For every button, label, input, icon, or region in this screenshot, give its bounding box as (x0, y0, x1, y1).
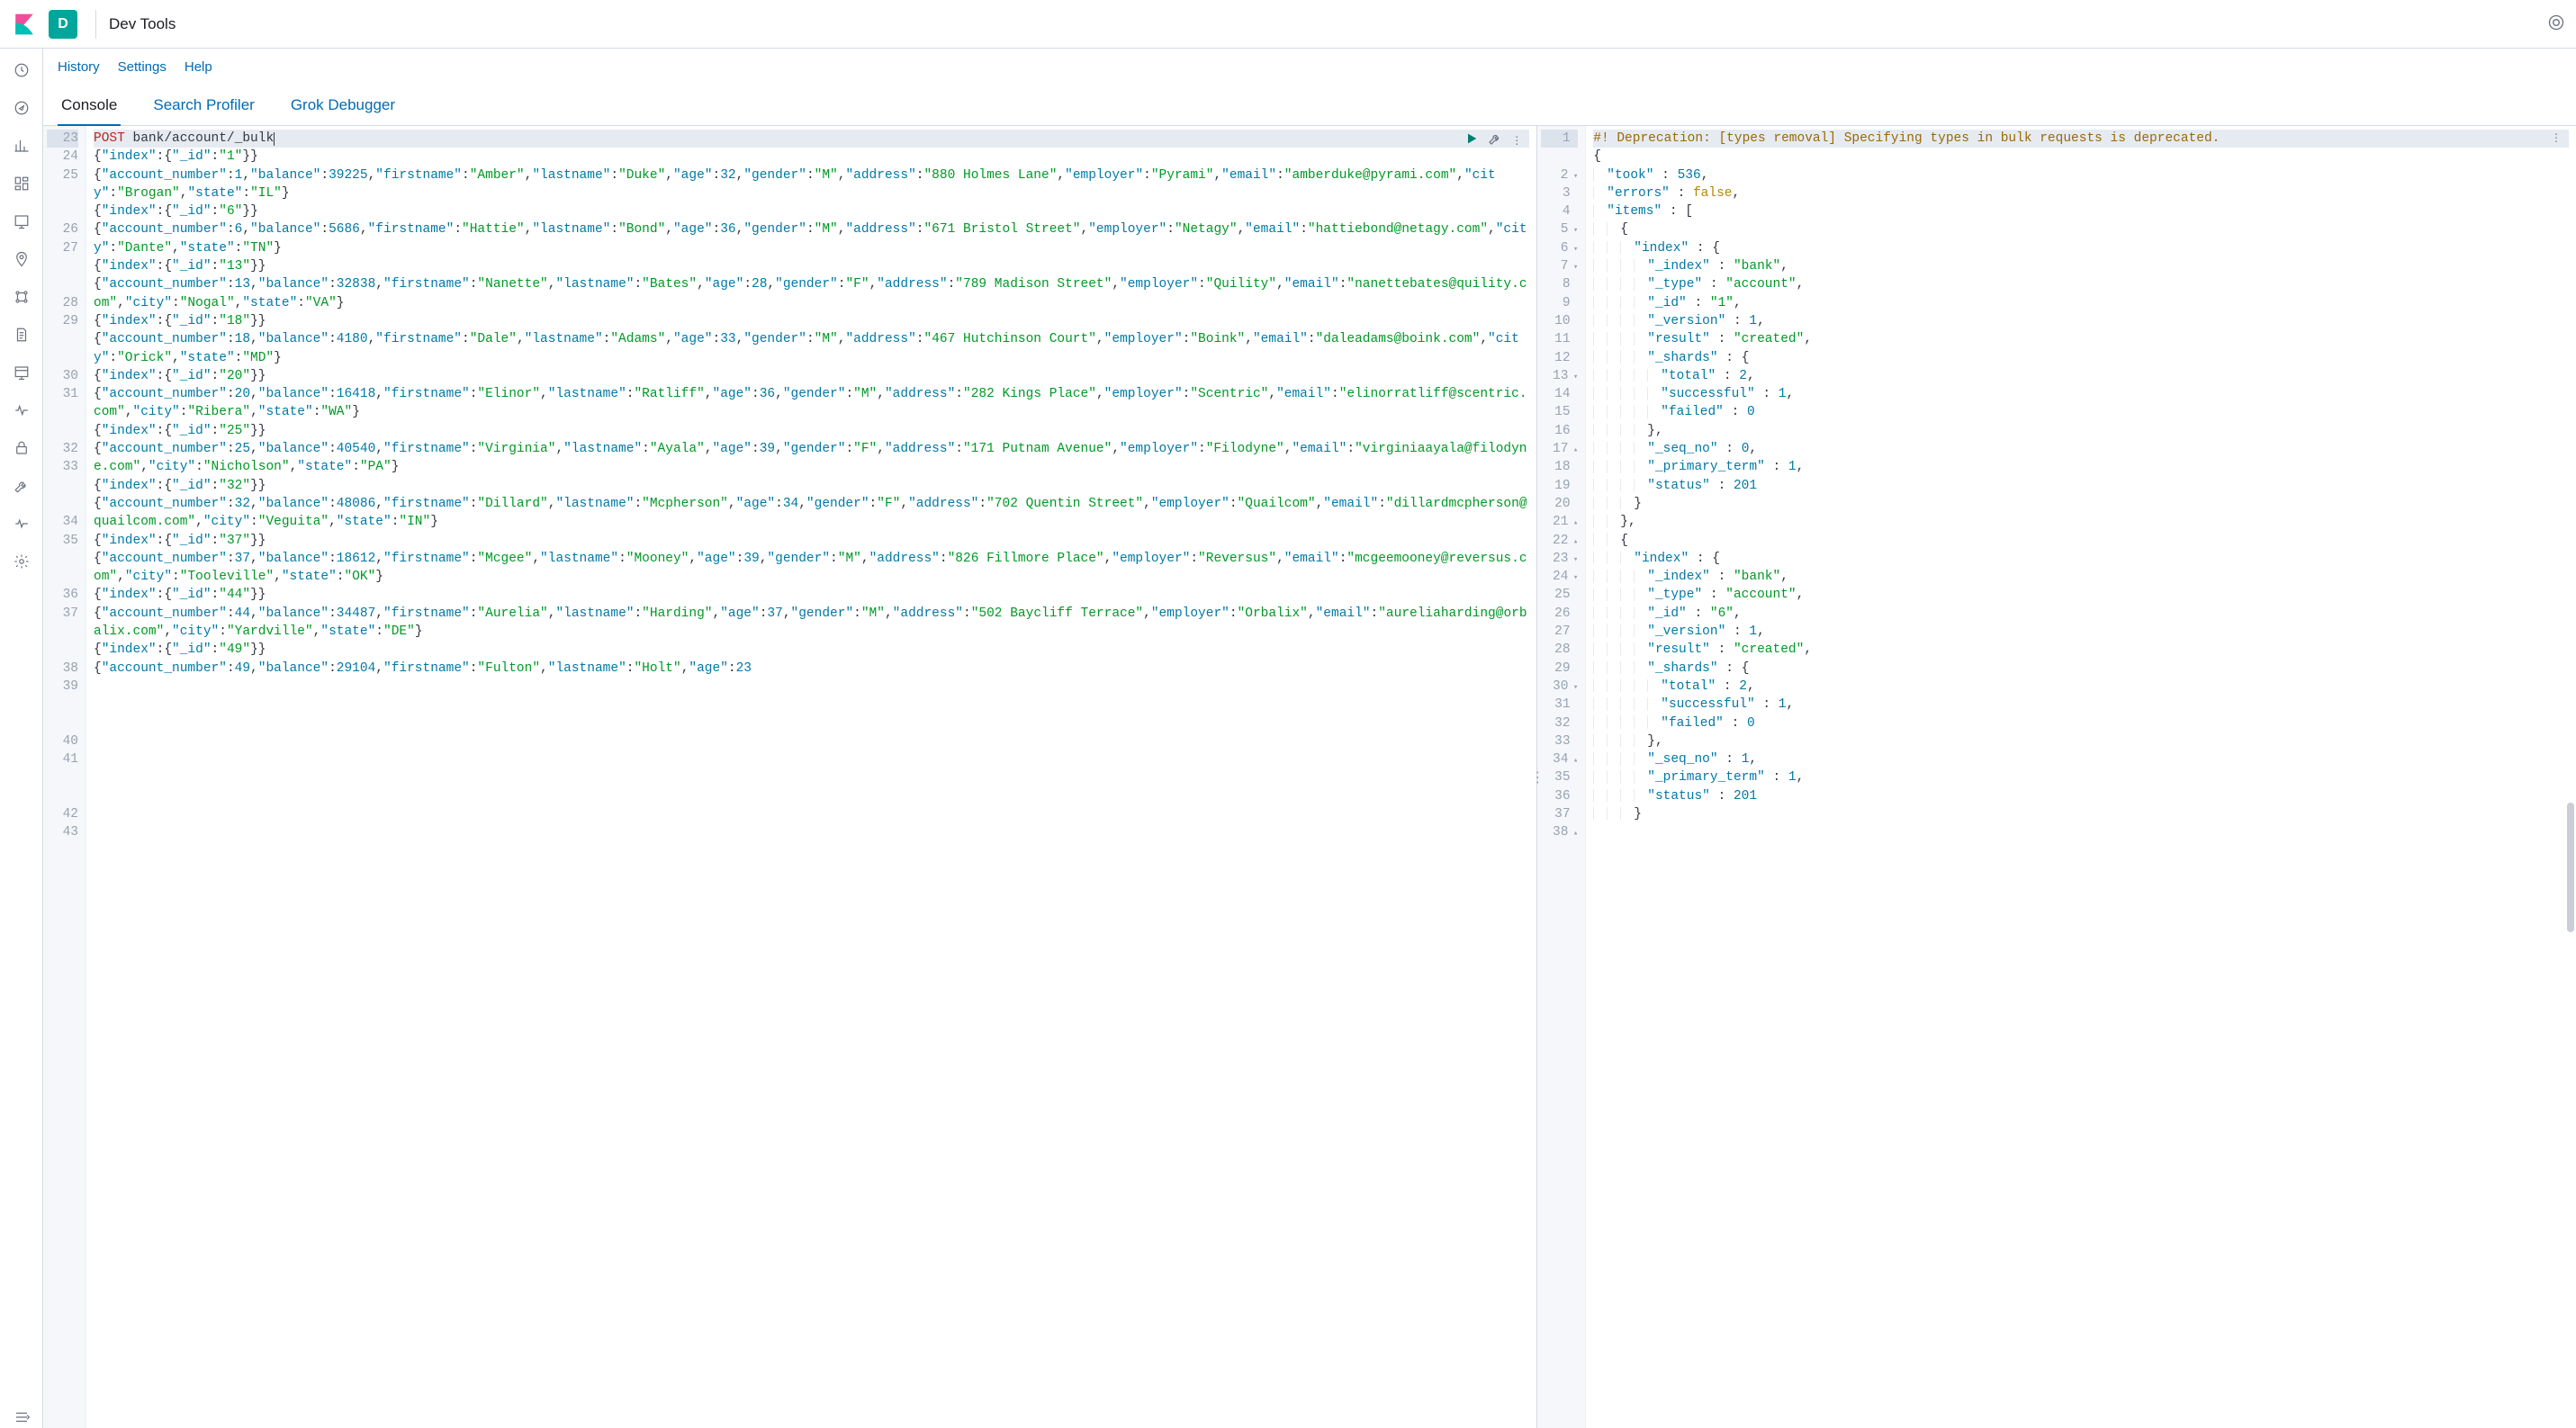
devtools-tabs: Console Search Profiler Grok Debugger (43, 75, 2576, 126)
response-scrollbar[interactable] (2565, 130, 2574, 1424)
help-link[interactable]: Help (185, 59, 212, 75)
space-selector[interactable]: D (49, 10, 77, 39)
tab-search-profiler[interactable]: Search Profiler (149, 89, 257, 125)
siem-icon[interactable] (11, 437, 32, 459)
infrastructure-icon[interactable] (11, 286, 32, 308)
stack-monitoring-icon[interactable] (11, 513, 32, 534)
management-icon[interactable] (11, 551, 32, 572)
history-link[interactable]: History (58, 59, 100, 75)
topbar: D Dev Tools (0, 0, 2576, 49)
breadcrumb: Dev Tools (109, 15, 176, 33)
apm-icon[interactable] (11, 362, 32, 383)
request-collapse-button[interactable]: ⋮ (1511, 134, 1522, 149)
kibana-logo[interactable] (11, 11, 38, 38)
visualize-icon[interactable] (11, 135, 32, 157)
request-gutter: 232425 2627 2829 3031 3233 3435 3637 383… (43, 126, 86, 1428)
uptime-icon[interactable] (11, 400, 32, 421)
response-gutter: 1 2 ▾3 4 5 ▾6 ▾7 ▾8 9 10 11 12 13 ▾14 15… (1537, 126, 1586, 1428)
dashboard-icon[interactable] (11, 173, 32, 194)
request-options-button[interactable] (1488, 131, 1502, 152)
logs-icon[interactable] (11, 324, 32, 346)
discover-icon[interactable] (11, 97, 32, 119)
send-request-button[interactable] (1464, 131, 1479, 152)
pane-resize-handle[interactable]: ⋮ (1530, 768, 1545, 786)
newsfeed-icon[interactable] (2547, 13, 2565, 34)
response-viewer[interactable]: 1 2 ▾3 4 5 ▾6 ▾7 ▾8 9 10 11 12 13 ▾14 15… (1537, 126, 2576, 1428)
tab-grok-debugger[interactable]: Grok Debugger (287, 89, 399, 125)
response-collapse-button[interactable]: ⋮ (2551, 131, 2562, 147)
collapse-nav-icon[interactable] (11, 1406, 32, 1428)
settings-link[interactable]: Settings (118, 59, 167, 75)
side-nav (0, 49, 43, 1428)
maps-icon[interactable] (11, 248, 32, 270)
separator (95, 10, 96, 39)
devtools-subnav: History Settings Help (43, 49, 2576, 75)
canvas-icon[interactable] (11, 211, 32, 232)
dev-tools-icon[interactable] (11, 475, 32, 497)
request-code[interactable]: POST bank/account/_bulk{"index":{"_id":"… (86, 126, 1536, 1428)
tab-console[interactable]: Console (58, 89, 121, 125)
request-editor[interactable]: 232425 2627 2829 3031 3233 3435 3637 383… (43, 126, 1537, 1428)
recently-viewed-icon[interactable] (11, 59, 32, 81)
response-code[interactable]: #! Deprecation: [types removal] Specifyi… (1586, 126, 2576, 1428)
